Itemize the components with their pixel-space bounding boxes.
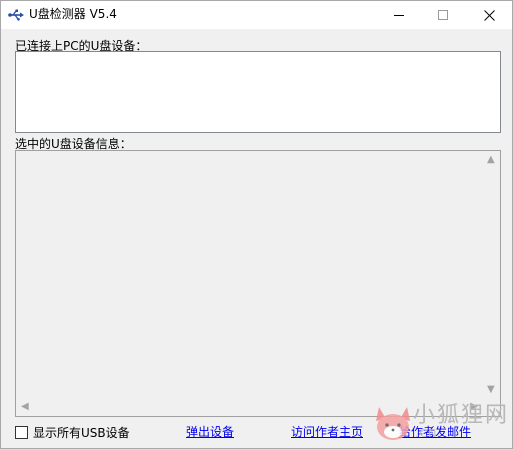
vertical-scrollbar[interactable]: ▲ ▼	[483, 151, 500, 399]
watermark-domain: .CN	[415, 427, 438, 440]
app-window: U盘检测器 V5.4 已连接上PC的U盘设备： 选中的U盘设备信息： ▲ ▼ ◀	[0, 0, 513, 449]
scroll-up-icon[interactable]: ▲	[487, 155, 495, 165]
close-button[interactable]	[467, 1, 511, 29]
title-bar[interactable]: U盘检测器 V5.4	[1, 1, 512, 29]
minimize-icon	[393, 14, 404, 16]
usb-icon	[8, 9, 24, 21]
watermark-text: 小狐狸网	[413, 403, 510, 428]
window-title: U盘检测器 V5.4	[29, 7, 117, 21]
show-all-usb-checkbox[interactable]	[15, 425, 28, 439]
maximize-button[interactable]	[421, 1, 465, 29]
minimize-button[interactable]	[377, 1, 421, 29]
device-info-textarea[interactable]: ▲ ▼ ◀ ▶	[15, 150, 501, 417]
fox-logo-icon	[376, 407, 410, 440]
maximize-icon	[437, 9, 448, 20]
show-all-usb-option[interactable]: 显示所有USB设备	[15, 424, 130, 440]
site-watermark: 小狐狸网 .CN	[373, 395, 513, 450]
show-all-usb-label[interactable]: 显示所有USB设备	[33, 424, 130, 441]
scroll-left-icon[interactable]: ◀	[21, 402, 29, 412]
visit-author-homepage-link[interactable]: 访问作者主页	[291, 424, 363, 440]
close-icon	[483, 9, 495, 21]
device-list[interactable]	[15, 51, 501, 133]
eject-device-link[interactable]: 弹出设备	[186, 424, 234, 440]
scroll-down-icon[interactable]: ▼	[487, 385, 495, 395]
